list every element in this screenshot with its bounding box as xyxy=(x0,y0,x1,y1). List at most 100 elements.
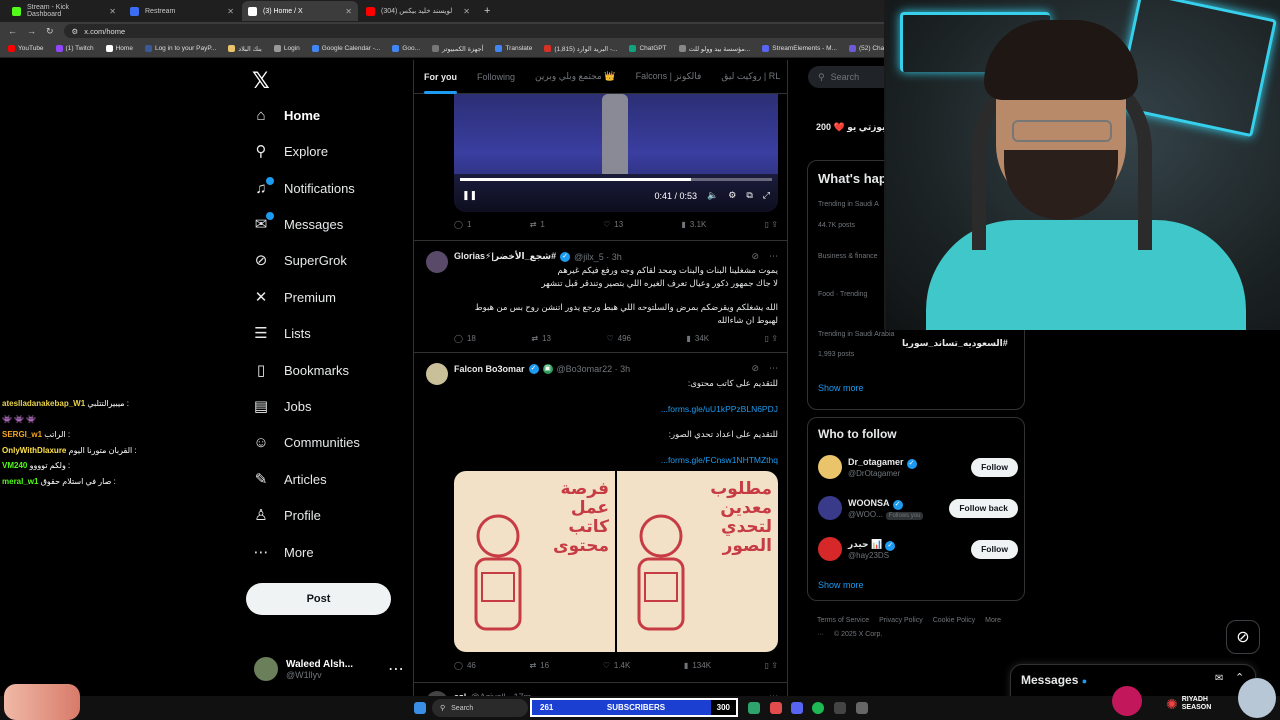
account-switcher[interactable]: Waleed Alsh... @W1llyv ⋯ xyxy=(254,654,404,684)
site-info-icon[interactable]: ⚙ xyxy=(72,27,79,36)
suggestion-name[interactable]: WOONSA ✓ xyxy=(848,498,923,510)
poster-image[interactable]: مطلوب معدين لتحدي الصور xyxy=(617,471,778,652)
bookmark-icon[interactable]: ▯ ⇪ xyxy=(765,220,778,229)
volume-icon[interactable]: 🔈 xyxy=(707,190,718,201)
reply-button[interactable]: ◯ 18 xyxy=(454,334,476,343)
video-progress[interactable] xyxy=(460,178,772,181)
timeline-tab[interactable]: روكيت ليق | RL xyxy=(711,60,787,94)
post-article[interactable]: Falcon Bo3omar ✓ ▣ @Bo3omar22 · 3h ⊘ ⋯ ل… xyxy=(414,353,787,683)
nav-item-supergrok[interactable]: ⊘ SuperGrok xyxy=(252,247,347,273)
bookmark-item[interactable]: Translate xyxy=(495,45,532,52)
post-author[interactable]: Falcon Bo3omar xyxy=(454,364,525,374)
nav-item-more[interactable]: ⋯ More xyxy=(252,539,314,565)
bookmark-item[interactable]: Google Calendar -... xyxy=(311,45,380,52)
follow-button[interactable]: Follow xyxy=(971,539,1018,559)
browser-tab-active[interactable]: (3) Home / X ✕ xyxy=(242,1,358,21)
browser-tab[interactable]: Restream ✕ xyxy=(124,1,240,21)
url-input[interactable]: ⚙ x.com/home xyxy=(63,24,924,38)
views-button[interactable]: ▮ 134K xyxy=(684,661,711,670)
nav-item-premium[interactable]: ✕ Premium xyxy=(252,284,336,310)
post-article[interactable]: Glorias⚡|شجع_الأخضر# ✓ @jilx_5 · 3h ⊘ ⋯ … xyxy=(414,241,787,353)
browser-tab[interactable]: (304) لويسند خليد بيكس ✕ xyxy=(360,1,476,21)
footer-link[interactable]: © 2025 X Corp. xyxy=(834,631,882,638)
post-link[interactable]: forms.gle/uU1kPPzBLN6PDJ... xyxy=(454,403,778,416)
post-handle[interactable]: @jilx_5 · 3h xyxy=(574,252,622,262)
views-button[interactable]: ▮ 34K xyxy=(687,334,710,343)
new-tab-button[interactable]: + xyxy=(484,5,490,17)
bookmark-item[interactable]: بنك البلاد xyxy=(228,45,262,53)
bookmark-item[interactable]: أجهزة الكمبيوتر xyxy=(432,45,483,53)
close-icon[interactable]: ✕ xyxy=(227,7,234,16)
follow-suggestion[interactable]: Dr_otagamer ✓ @DrOtagamer Follow xyxy=(818,452,1018,482)
avatar[interactable] xyxy=(426,251,448,273)
video-player[interactable]: ❚❚ 0:41 / 0:53 🔈 ⚙ ⧉ ⤢ xyxy=(454,94,778,212)
pause-icon[interactable]: ❚❚ xyxy=(462,190,477,201)
timeline-tab[interactable]: For you xyxy=(414,60,467,94)
follow-suggestion[interactable]: WOONSA ✓ @WOO... Follows you Follow back xyxy=(818,493,1018,523)
reply-button[interactable]: ◯ 1 xyxy=(454,220,471,229)
reply-button[interactable]: ◯ 46 xyxy=(454,661,476,670)
timeline-tab[interactable]: مجتمع وبلي وبرين 👑 xyxy=(525,60,626,94)
grok-icon[interactable]: ⊘ xyxy=(751,363,759,374)
follow-button[interactable]: Follow xyxy=(971,457,1018,477)
app-icon[interactable] xyxy=(856,702,868,714)
nav-item-bookmarks[interactable]: ▯ Bookmarks xyxy=(252,357,349,383)
x-logo-icon[interactable]: 𝕏 xyxy=(252,68,270,94)
nav-item-communities[interactable]: ☺ Communities xyxy=(252,429,360,455)
bookmark-item[interactable]: (1) Twitch xyxy=(55,45,94,52)
bookmark-item[interactable]: Log in to your PayP... xyxy=(144,45,216,52)
timeline-tab[interactable]: Falcons | فالكونز xyxy=(626,60,712,94)
pip-icon[interactable]: ⧉ xyxy=(746,190,752,201)
footer-link[interactable]: Terms of Service xyxy=(817,617,869,624)
bookmark-icon[interactable]: ▯ ⇪ xyxy=(765,334,778,343)
spotify-icon[interactable] xyxy=(812,702,824,714)
app-icon[interactable] xyxy=(834,702,846,714)
repost-button[interactable]: ⇄ 16 xyxy=(529,661,549,670)
fullscreen-icon[interactable]: ⤢ xyxy=(763,190,770,201)
show-more-link[interactable]: Show more xyxy=(818,383,864,393)
nav-item-messages[interactable]: ✉ Messages xyxy=(252,211,343,237)
repost-button[interactable]: ⇄ 1 xyxy=(530,220,545,229)
suggestion-name[interactable]: Dr_otagamer ✓ xyxy=(848,457,917,469)
forward-icon[interactable]: → xyxy=(27,26,36,36)
compose-icon[interactable]: ✉ xyxy=(1215,673,1223,684)
nav-item-articles[interactable]: ✎ Articles xyxy=(252,466,327,492)
back-icon[interactable]: ← xyxy=(8,26,17,36)
bookmark-item[interactable]: StreamElements - M... xyxy=(762,45,837,52)
close-icon[interactable]: ✕ xyxy=(345,7,352,16)
follow-button[interactable]: Follow back xyxy=(949,498,1018,518)
follow-suggestion[interactable]: حيدر 📊 ✓ @hay23DS Follow xyxy=(818,534,1018,564)
trend-item[interactable]: Trending in Saudi Arabia #السعوديه_تساند_… xyxy=(818,331,1018,358)
nav-item-profile[interactable]: ♙ Profile xyxy=(252,502,321,528)
bookmark-item[interactable]: ChatGPT xyxy=(629,45,667,52)
bookmark-icon[interactable]: ▯ ⇪ xyxy=(765,661,778,670)
windows-start-icon[interactable] xyxy=(414,702,426,714)
grok-button[interactable]: ⊘ xyxy=(1226,620,1260,654)
app-icon[interactable] xyxy=(748,702,760,714)
more-icon[interactable]: ⋯ xyxy=(769,251,778,262)
timeline-tab[interactable]: Following xyxy=(467,60,525,94)
more-icon[interactable]: ⋯ xyxy=(769,363,778,374)
bookmark-item[interactable]: مؤسسة بيد وولو للت... xyxy=(678,45,750,53)
show-more-link[interactable]: Show more xyxy=(818,580,864,590)
like-button[interactable]: ♡ 1.4K xyxy=(603,661,631,670)
settings-icon[interactable]: ⚙ xyxy=(728,190,736,201)
grok-icon[interactable]: ⊘ xyxy=(751,251,759,262)
nav-item-home[interactable]: ⌂ Home xyxy=(252,102,320,128)
like-button[interactable]: ♡ 496 xyxy=(606,334,631,343)
footer-link[interactable]: Cookie Policy xyxy=(933,617,975,624)
post-link[interactable]: forms.gle/FCnsw1NHTMZthq... xyxy=(454,454,778,467)
discord-icon[interactable] xyxy=(791,702,803,714)
nav-item-jobs[interactable]: ▤ Jobs xyxy=(252,393,312,419)
poster-image[interactable]: فرصة عمل كاتب محتوى xyxy=(454,471,615,652)
avatar[interactable] xyxy=(818,537,842,561)
footer-link[interactable]: Privacy Policy xyxy=(879,617,923,624)
chevron-up-icon[interactable]: ⌃ xyxy=(1235,671,1244,684)
avatar[interactable] xyxy=(818,455,842,479)
nav-item-notifications[interactable]: ♫ Notifications xyxy=(252,175,355,201)
post-media[interactable]: فرصة عمل كاتب محتوى مطلوب معدين لتحدي ال… xyxy=(454,471,778,652)
app-icon[interactable] xyxy=(770,702,782,714)
bookmark-item[interactable]: YouTube xyxy=(8,45,44,52)
trend-title[interactable]: 200 ❤️ يوزتي يو xyxy=(816,122,885,133)
more-icon[interactable]: ⋯ xyxy=(388,659,404,679)
